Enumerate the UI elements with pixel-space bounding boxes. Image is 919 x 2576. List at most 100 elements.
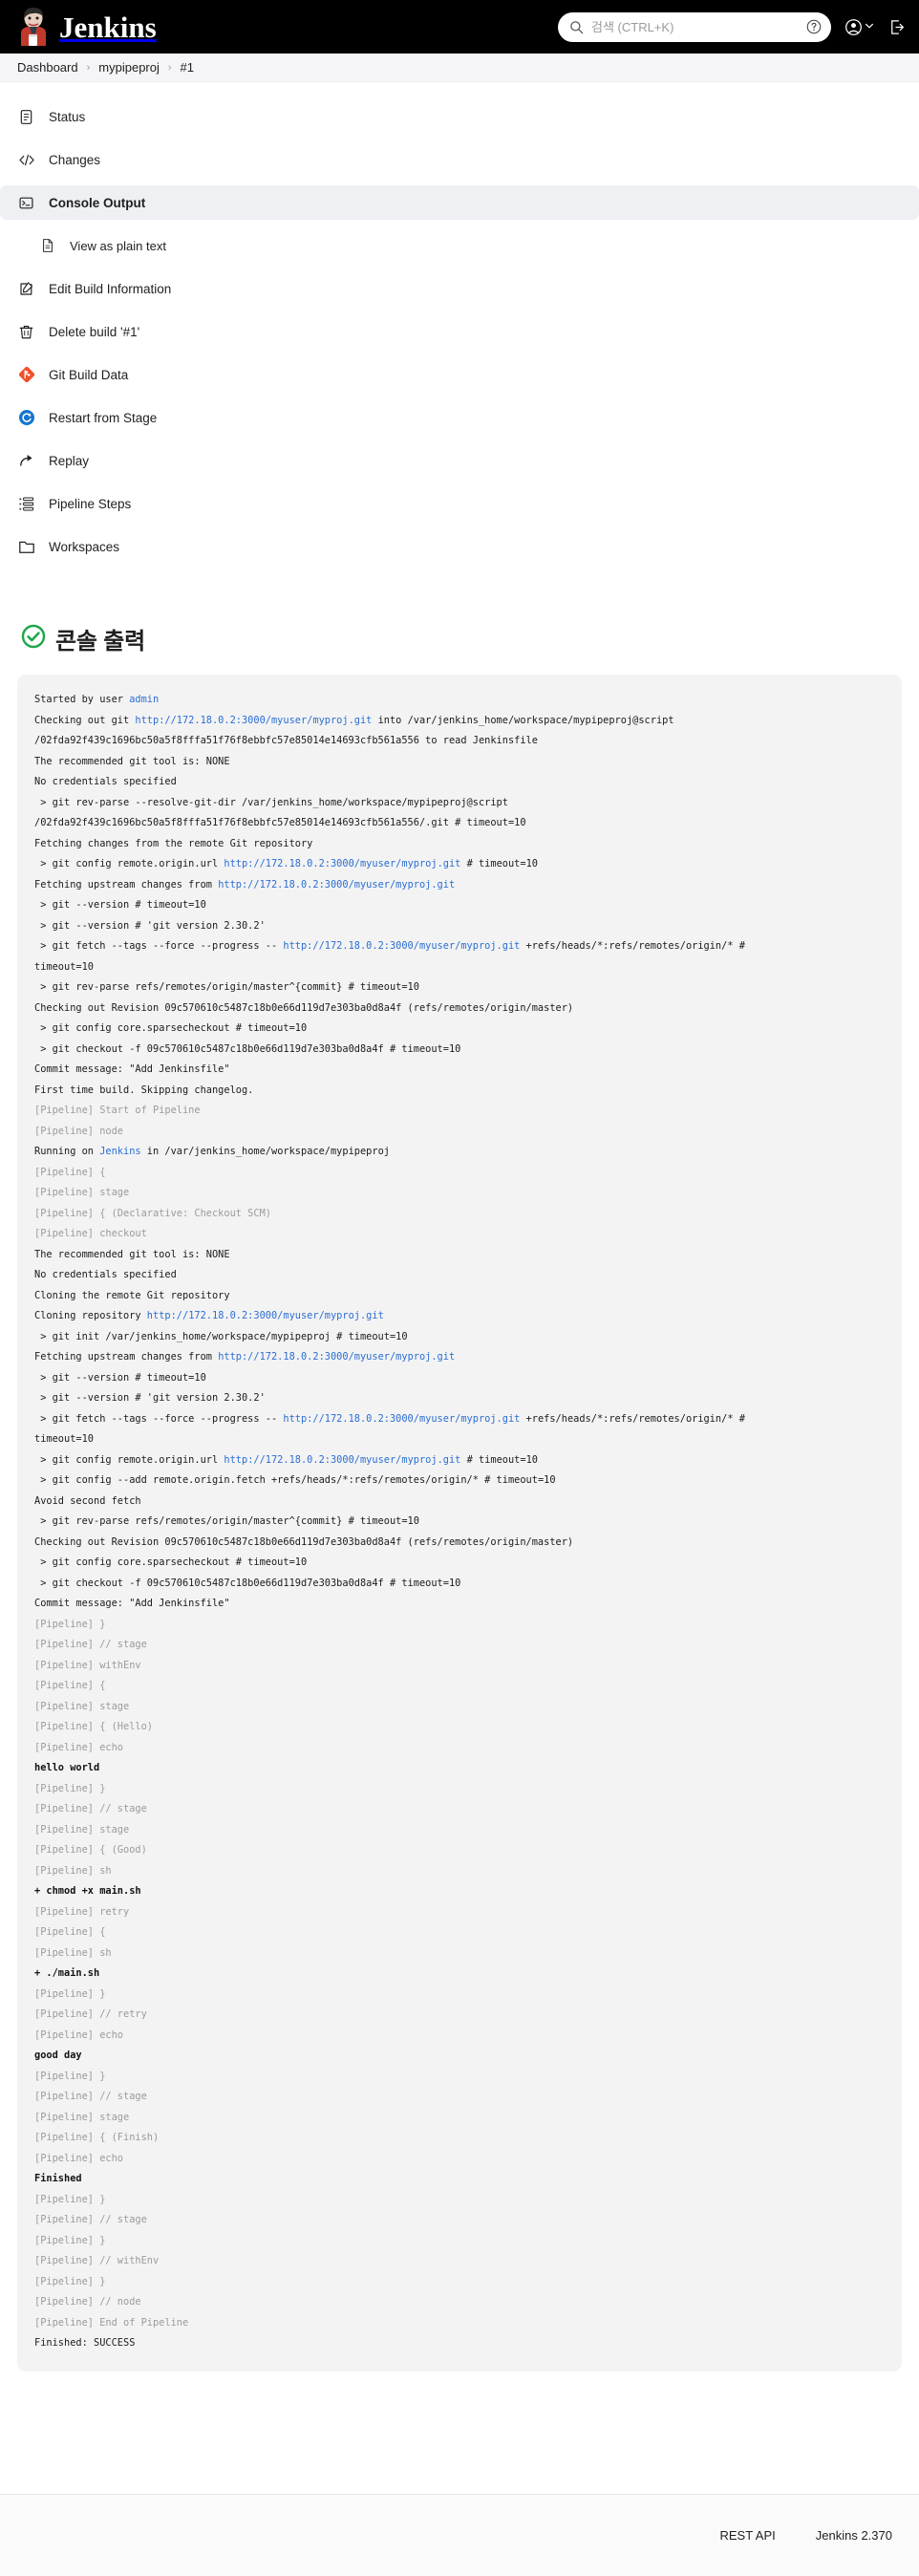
console-log-link[interactable]: http://172.18.0.2:3000/myuser/myproj.git [147,1310,384,1321]
sidebar-item-changes[interactable]: Changes [0,142,919,177]
console-log-text: [Pipeline] // stage [34,1639,147,1650]
sidebar-item-label: Workspaces [49,539,120,554]
jenkins-version-link[interactable]: Jenkins 2.370 [816,2528,892,2543]
console-log-text: [Pipeline] // stage [34,2091,147,2102]
console-log-line: [Pipeline] stage [34,1820,885,1841]
console-log-text: [Pipeline] { (Hello) [34,1721,153,1732]
console-log-line: [Pipeline] // retry [34,2005,885,2026]
console-log-text: [Pipeline] Start of Pipeline [34,1105,201,1116]
console-log-text: [Pipeline] { [34,1680,106,1691]
sidebar-item-label: Status [49,109,86,124]
console-log-link[interactable]: http://172.18.0.2:3000/myuser/myproj.git [283,940,520,952]
console-log-text: [Pipeline] echo [34,1741,123,1753]
console-log-link[interactable]: Jenkins [99,1146,140,1157]
console-log-line: timeout=10 [34,957,885,978]
breadcrumb-item-build[interactable]: #1 [181,60,194,75]
console-log-line: + chmod +x main.sh [34,1881,885,1902]
sidebar-item-restart-from-stage[interactable]: Restart from Stage [0,400,919,435]
sidebar-item-edit-build-information[interactable]: Edit Build Information [0,271,919,306]
console-log-text: [Pipeline] // retry [34,2008,147,2020]
console-log-line: [Pipeline] // stage [34,1799,885,1820]
console-log-line: [Pipeline] Start of Pipeline [34,1101,885,1122]
sidebar-item-pipeline-steps[interactable]: Pipeline Steps [0,486,919,521]
console-log[interactable]: Started by user admin Checking out git ht… [17,675,902,2372]
console-log-line: Checking out Revision 09c570610c5487c18b… [34,998,885,1020]
console-log-link[interactable]: http://172.18.0.2:3000/myuser/myproj.git [224,858,460,869]
console-log-text: [Pipeline] // stage [34,2214,147,2225]
console-log-text: [Pipeline] stage [34,2111,130,2123]
help-circle-icon[interactable] [806,19,822,34]
chevron-down-icon [865,18,874,35]
console-log-link[interactable]: http://172.18.0.2:3000/myuser/myproj.git [224,1454,460,1466]
console-log-line: Commit message: "Add Jenkinsfile" [34,1060,885,1081]
console-log-link[interactable]: http://172.18.0.2:3000/myuser/myproj.git [283,1413,520,1425]
console-log-text: [Pipeline] sh [34,1946,112,1959]
breadcrumb-separator: › [86,61,91,74]
console-log-line: [Pipeline] // node [34,2292,885,2313]
console-log-link[interactable]: admin [129,694,159,705]
console-log-text: Fetching upstream changes from [34,878,219,891]
git-icon [17,366,35,384]
console-log-line: First time build. Skipping changelog. [34,1081,885,1102]
console-log-link[interactable]: http://172.18.0.2:3000/myuser/myproj.git [218,1351,455,1363]
console-log-text: timeout=10 [34,1433,94,1445]
console-log-line: > git init /var/jenkins_home/workspace/m… [34,1327,885,1348]
console-log-text: [Pipeline] { (Finish) [34,2132,160,2143]
console-log-line: > git fetch --tags --force --progress --… [34,936,885,957]
console-log-text: The recommended git tool is: NONE [34,1248,230,1260]
sidebar-item-label: Pipeline Steps [49,496,132,511]
console-log-line: Fetching changes from the remote Git rep… [34,834,885,855]
sidebar-item-console-output[interactable]: Console Output [0,185,919,220]
console-log-line: timeout=10 [34,1429,885,1450]
console-log-text: > git --version # 'git version 2.30.2' [34,919,266,932]
console-log-text: + ./main.sh [34,1967,100,1979]
console-log-text: No credentials specified [34,1269,177,1280]
jenkins-home-link[interactable]: Jenkins [17,8,157,46]
sidebar-item-workspaces[interactable]: Workspaces [0,529,919,564]
search-box[interactable] [558,11,831,42]
console-log-text: +refs/heads/*:refs/remotes/origin/* # [520,940,745,952]
console-log-text: > git config remote.origin.url [34,858,224,869]
console-log-line: [Pipeline] { (Finish) [34,2128,885,2149]
console-log-line: [Pipeline] echo [34,2149,885,2170]
search-input[interactable] [591,19,799,34]
sidebar-item-label: Git Build Data [49,367,129,382]
breadcrumb-item-dashboard[interactable]: Dashboard [17,60,78,75]
console-log-line: + ./main.sh [34,1964,885,1985]
sidebar-item-view-as-plain-text[interactable]: View as plain text [0,228,919,263]
sidebar-item-status[interactable]: Status [0,99,919,134]
console-log-text: > git rev-parse refs/remotes/origin/mast… [34,981,419,993]
console-log-link[interactable]: http://172.18.0.2:3000/myuser/myproj.git [135,715,372,726]
console-log-line: [Pipeline] sh [34,1943,885,1964]
sidebar-item-delete-build[interactable]: Delete build '#1' [0,314,919,349]
console-log-text: Cloning repository [34,1310,147,1321]
sidebar-item-git-build-data[interactable]: Git Build Data [0,357,919,392]
edit-pencil-icon [17,280,35,298]
breadcrumb-item-mypipeproj[interactable]: mypipeproj [98,60,160,75]
console-log-line: [Pipeline] } [34,2067,885,2088]
console-log-link[interactable]: http://172.18.0.2:3000/myuser/myproj.git [218,879,455,891]
console-log-text: Finished [34,2173,82,2184]
restart-icon [17,409,35,427]
console-log-text: Commit message: "Add Jenkinsfile" [34,1063,230,1075]
top-navigation-bar: Jenkins [0,0,919,54]
document-icon [17,108,35,126]
sidebar-item-label: Changes [49,152,101,167]
folder-icon [17,538,35,556]
console-log-line: [Pipeline] stage [34,2108,885,2129]
console-log-text: > git --version # 'git version 2.30.2' [34,1392,266,1404]
console-log-line: Checking out git http://172.18.0.2:3000/… [34,711,885,732]
logout-button[interactable] [887,18,906,36]
rest-api-link[interactable]: REST API [719,2528,775,2543]
console-log-line: Started by user admin [34,690,885,711]
console-log-text: [Pipeline] checkout [34,1228,147,1239]
console-log-text: [Pipeline] // withEnv [34,2255,160,2266]
console-log-text: [Pipeline] { [34,1926,106,1938]
user-menu-button[interactable] [844,18,874,36]
console-log-text: [Pipeline] stage [34,1187,130,1198]
console-log-text: No credentials specified [34,776,177,787]
console-log-text: [Pipeline] stage [34,1700,130,1712]
console-log-text: [Pipeline] } [34,2193,106,2205]
breadcrumb: Dashboard › mypipeproj › #1 [0,54,919,82]
sidebar-item-replay[interactable]: Replay [0,443,919,478]
